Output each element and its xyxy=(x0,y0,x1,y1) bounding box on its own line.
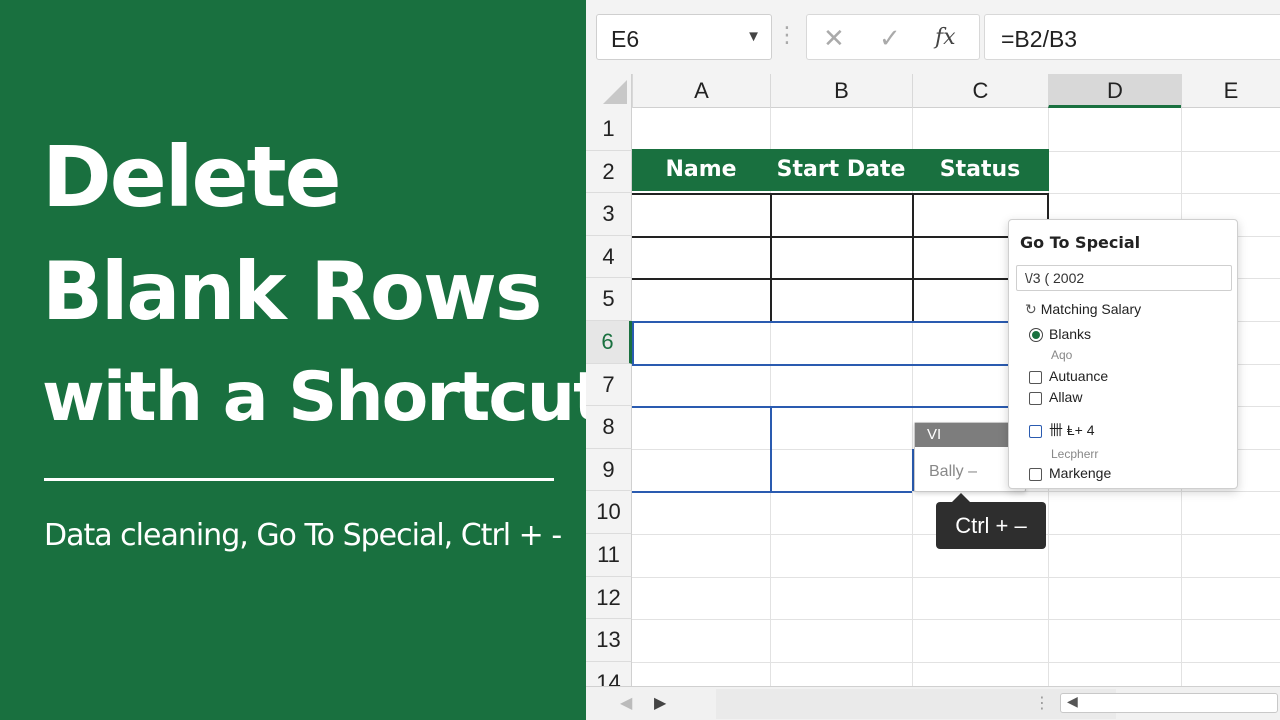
context-popup-item[interactable]: Bally – xyxy=(929,463,977,481)
column-header-b[interactable]: B xyxy=(770,74,912,108)
row-gridline xyxy=(632,661,1280,663)
option-label: 卌 Ⱡ+ 4 xyxy=(1049,422,1095,438)
row-header-12[interactable]: 12 xyxy=(586,576,632,620)
row-header-11[interactable]: 11 xyxy=(586,534,632,577)
select-all-corner[interactable] xyxy=(586,74,632,108)
formula-input[interactable]: =B2/B3 xyxy=(984,14,1280,60)
option-label: Matching Salary xyxy=(1040,301,1142,317)
formula-bar: E6 ▼ ⋮ ✕ ✓ fx =B2/B3 xyxy=(586,0,1280,74)
refresh-icon: ↻ xyxy=(1025,301,1037,317)
row-header-3[interactable]: 3 xyxy=(586,193,632,236)
function-icon[interactable]: fx xyxy=(935,25,956,50)
checkbox-icon[interactable] xyxy=(1029,370,1042,384)
column-header-e[interactable]: E xyxy=(1181,74,1280,108)
row-header-13[interactable]: 13 xyxy=(586,619,632,662)
column-headers: ABCDE xyxy=(586,74,1280,108)
option-label: Allaw xyxy=(1049,389,1083,405)
row-header-7[interactable]: 7 xyxy=(586,363,632,407)
selection-border-line xyxy=(632,321,634,364)
option-label: Autuance xyxy=(1049,368,1109,384)
table-border-line xyxy=(632,235,1049,238)
table-border-line xyxy=(912,193,914,321)
check-icon[interactable]: ✓ xyxy=(879,23,901,54)
row-header-9[interactable]: 9 xyxy=(586,448,632,492)
dialog-search-input[interactable]: \/3 ( 2002 xyxy=(1016,265,1232,291)
option-autuance[interactable]: Autuance xyxy=(1029,368,1108,384)
row-header-10[interactable]: 10 xyxy=(586,491,632,534)
row-header-8[interactable]: 8 xyxy=(586,406,632,449)
row-gridline xyxy=(632,619,1280,621)
go-to-special-dialog: Go To Special \/3 ( 2002 ↻ Matching Salar… xyxy=(1008,219,1238,489)
sheet-tab-area[interactable] xyxy=(716,689,1116,719)
next-sheet-icon[interactable]: ▶ xyxy=(654,693,666,713)
row-header-6[interactable]: 6 xyxy=(586,321,632,364)
option-markenge[interactable]: Markenge xyxy=(1029,465,1111,481)
row-header-4[interactable]: 4 xyxy=(586,235,632,279)
scroll-left-icon[interactable]: ◀ xyxy=(1067,693,1078,710)
option-label: Markenge xyxy=(1049,465,1112,481)
radio-selected-icon[interactable] xyxy=(1029,328,1043,343)
option-allaw[interactable]: Allaw xyxy=(1029,389,1082,405)
sheet-bar: ◀ ▶ ⋮ ◀ xyxy=(586,686,1280,720)
promo-subtitle: Data cleaning, Go To Special, Ctrl + - xyxy=(44,518,562,553)
option-sub-label: Aqo xyxy=(1051,348,1073,362)
promo-title-line2: Blank Rows xyxy=(42,245,542,338)
name-box[interactable]: E6 ▼ xyxy=(596,14,772,60)
formula-text: =B2/B3 xyxy=(1001,26,1078,52)
dialog-title: Go To Special xyxy=(1020,233,1141,252)
header-status[interactable]: Status xyxy=(912,149,1048,191)
selection-border-line xyxy=(632,321,1049,323)
promo-divider xyxy=(44,478,554,481)
table-border-line xyxy=(770,193,772,321)
table-border-line xyxy=(632,278,1049,281)
checkbox-icon[interactable] xyxy=(1029,391,1042,405)
row-header-2[interactable]: 2 xyxy=(586,150,632,194)
option-sub-label: Lecpherr xyxy=(1051,447,1099,461)
selection-border-line xyxy=(632,406,1049,409)
formula-buttons: ✕ ✓ fx xyxy=(806,14,980,60)
shortcut-tooltip: Ctrl + – xyxy=(936,493,1046,549)
previous-sheet-icon[interactable]: ◀ xyxy=(620,693,632,713)
scroll-handle-icon[interactable]: ⋮ xyxy=(1034,693,1050,713)
tooltip-arrow xyxy=(952,493,970,502)
close-icon[interactable]: ✕ xyxy=(823,23,845,54)
name-box-value: E6 xyxy=(611,26,640,52)
checkbox-icon[interactable] xyxy=(1029,424,1042,438)
column-header-a[interactable]: A xyxy=(632,74,770,108)
option-label: Blanks xyxy=(1049,326,1092,342)
row-gridline xyxy=(632,576,1280,578)
row-header-5[interactable]: 5 xyxy=(586,278,632,321)
column-header-d[interactable]: D xyxy=(1048,74,1181,108)
row-header-1[interactable]: 1 xyxy=(586,108,632,151)
column-header-c[interactable]: C xyxy=(912,74,1048,108)
header-name[interactable]: Name xyxy=(632,149,770,191)
option-blanks[interactable]: Blanks xyxy=(1029,326,1092,343)
header-start-date[interactable]: Start Date xyxy=(770,149,912,191)
promo-title-line3: with a Shortcut xyxy=(42,358,606,437)
option-matching-salary[interactable]: ↻ Matching Salary xyxy=(1025,301,1141,318)
horizontal-scrollbar[interactable]: ◀ xyxy=(1060,693,1278,713)
select-all-triangle-icon xyxy=(603,80,627,104)
option-shortcut[interactable]: 卌 Ⱡ+ 4 xyxy=(1029,420,1095,440)
chevron-down-icon[interactable]: ▼ xyxy=(746,28,761,45)
formula-bar-handle-icon[interactable]: ⋮ xyxy=(776,22,798,48)
promo-panel: Delete Blank Rows with a Shortcut Data c… xyxy=(0,0,606,720)
selection-border-line xyxy=(632,491,912,494)
tooltip-text: Ctrl + – xyxy=(955,513,1027,538)
checkbox-icon[interactable] xyxy=(1029,467,1042,481)
selection-border-line xyxy=(770,406,772,492)
selection-border-line xyxy=(632,363,1049,366)
table-border-line xyxy=(632,193,1049,196)
promo-title-line1: Delete xyxy=(42,128,342,226)
